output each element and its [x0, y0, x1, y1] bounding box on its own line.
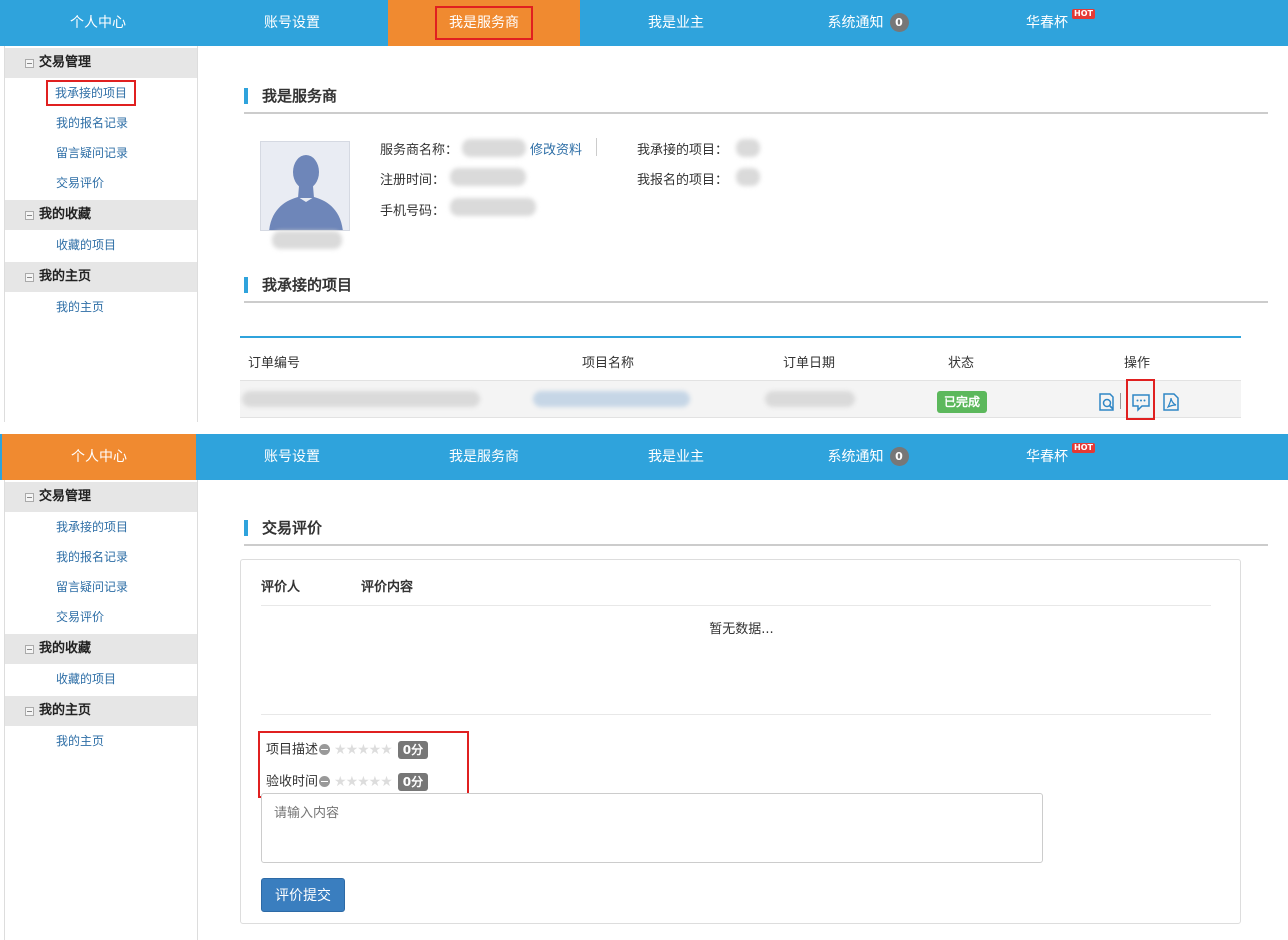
sidebar-item-signups[interactable]: 我的报名记录 [5, 108, 197, 138]
edit-profile-link[interactable]: 修改资料 [530, 139, 582, 158]
nav-service-provider[interactable]: 我是服务商 [388, 0, 580, 46]
sidebar-group-trade[interactable]: 交易管理 [5, 482, 197, 512]
hot-badge: HOT [1072, 443, 1095, 453]
blurred-register-time [450, 168, 526, 186]
divider [261, 714, 1211, 715]
nav-owner[interactable]: 我是业主 [580, 0, 772, 46]
avatar [260, 141, 350, 231]
review-content-input[interactable] [261, 793, 1043, 863]
blurred-project-name[interactable] [533, 391, 690, 407]
nav-notifications[interactable]: 系统通知 0 [772, 0, 964, 46]
column-header-reviewer: 评价人 [261, 580, 301, 595]
sidebar-item-reviews[interactable]: 交易评价 [5, 168, 197, 198]
sidebar-group-homepage[interactable]: 我的主页 [5, 262, 197, 292]
column-header-review-content: 评价内容 [361, 580, 414, 595]
rating-row-acceptance-time: 验收时间 ★★★★★ 0分 [266, 771, 429, 793]
table-row: 已完成 [240, 379, 1241, 420]
blurred-signed-count [736, 168, 760, 186]
nav-notifications[interactable]: 系统通知 0 [772, 434, 964, 480]
blurred-provider-name [462, 139, 526, 157]
sidebar-item-homepage[interactable]: 我的主页 [5, 726, 197, 756]
sidebar-item-taken-projects[interactable]: 我承接的项目 [5, 512, 197, 542]
nav-huachun-cup[interactable]: 华春杯 [964, 0, 1130, 46]
nav-account-settings[interactable]: 账号设置 [196, 434, 388, 480]
column-header-project-name: 项目名称 [582, 356, 635, 371]
user-silhouette-icon [261, 142, 349, 230]
nav-owner[interactable]: 我是业主 [580, 434, 772, 480]
blurred-order-no [242, 391, 480, 407]
notification-badge: 0 [889, 12, 909, 32]
submit-review-button[interactable]: 评价提交 [261, 878, 345, 912]
blurred-username [272, 231, 342, 249]
sidebar-item-signups[interactable]: 我的报名记录 [5, 542, 197, 572]
sidebar: 交易管理 我承接的项目 我的报名记录 留言疑问记录 交易评价 我的收藏 收藏的项… [4, 46, 198, 422]
panel-gap [0, 422, 1288, 434]
collapse-icon [25, 211, 34, 220]
blurred-taken-count [736, 139, 760, 157]
nav-service-provider-label: 我是服务商 [435, 6, 533, 40]
clear-rating-icon[interactable] [319, 743, 331, 755]
top-nav: 个人中心 账号设置 我是服务商 我是业主 系统通知 0 华春杯 HOT [0, 0, 1288, 46]
score-badge: 0分 [397, 741, 429, 759]
provider-name-label: 服务商名称： [380, 143, 459, 158]
sidebar-item-fav-projects[interactable]: 收藏的项目 [5, 664, 197, 694]
divider [596, 138, 597, 156]
review-panel: 个人中心 账号设置 我是服务商 我是业主 系统通知 0 华春杯 HOT 交易管理 … [0, 434, 1288, 940]
pdf-icon[interactable] [1160, 391, 1182, 413]
comment-icon[interactable] [1130, 391, 1152, 413]
collapse-icon [25, 59, 34, 68]
top-nav: 个人中心 账号设置 我是服务商 我是业主 系统通知 0 华春杯 HOT [0, 434, 1288, 480]
score-badge: 0分 [397, 773, 429, 791]
star-rating[interactable]: ★★★★★ [334, 739, 393, 761]
sidebar-item-homepage[interactable]: 我的主页 [5, 292, 197, 322]
nav-service-provider[interactable]: 我是服务商 [388, 434, 580, 480]
sidebar-item-fav-projects[interactable]: 收藏的项目 [5, 230, 197, 260]
sidebar-group-favorites[interactable]: 我的收藏 [5, 200, 197, 230]
column-header-order-no: 订单编号 [248, 356, 301, 371]
sidebar-item-reviews[interactable]: 交易评价 [5, 602, 197, 632]
hot-badge: HOT [1072, 9, 1095, 19]
clear-rating-icon[interactable] [319, 775, 331, 787]
star-rating[interactable]: ★★★★★ [334, 771, 393, 793]
projects-table: 订单编号 项目名称 订单日期 状态 操作 已完成 [240, 336, 1241, 420]
rating-row-description: 项目描述 ★★★★★ 0分 [266, 739, 429, 761]
status-badge: 已完成 [937, 391, 988, 413]
blurred-phone [450, 198, 536, 216]
sidebar-item-taken-projects[interactable]: 我承接的项目 [5, 78, 197, 108]
phone-label: 手机号码： [380, 204, 446, 219]
signed-projects-label: 我报名的项目： [637, 173, 729, 188]
provider-panel: 个人中心 账号设置 我是服务商 我是业主 系统通知 0 华春杯 HOT 交易管理 … [0, 0, 1288, 422]
collapse-icon [25, 645, 34, 654]
empty-state: 暂无数据... [709, 622, 774, 637]
nav-personal-center[interactable]: 个人中心 [0, 0, 196, 46]
nav-personal-center[interactable]: 个人中心 [2, 434, 196, 480]
taken-projects-label: 我承接的项目： [637, 143, 729, 158]
sidebar-item-messages[interactable]: 留言疑问记录 [5, 572, 197, 602]
sidebar-group-favorites[interactable]: 我的收藏 [5, 634, 197, 664]
register-time-label: 注册时间： [380, 173, 446, 188]
projects-section-title: 我承接的项目 [244, 273, 1268, 303]
view-detail-icon[interactable] [1096, 391, 1118, 413]
sidebar: 交易管理 我承接的项目 我的报名记录 留言疑问记录 交易评价 我的收藏 收藏的项… [4, 480, 198, 940]
column-header-order-date: 订单日期 [783, 356, 836, 371]
divider [261, 605, 1211, 606]
sidebar-group-homepage[interactable]: 我的主页 [5, 696, 197, 726]
collapse-icon [25, 493, 34, 502]
collapse-icon [25, 273, 34, 282]
column-header-actions: 操作 [1124, 356, 1151, 371]
provider-section-title: 我是服务商 [244, 84, 1268, 114]
review-card: 评价人 评价内容 暂无数据... 项目描述 ★★★★★ 0分 验收时间 ★★★★★ 0分… [240, 559, 1241, 924]
notification-badge: 0 [889, 446, 909, 466]
nav-account-settings[interactable]: 账号设置 [196, 0, 388, 46]
nav-huachun-cup[interactable]: 华春杯 [964, 434, 1130, 480]
collapse-icon [25, 707, 34, 716]
column-header-status: 状态 [948, 356, 975, 371]
review-section-title: 交易评价 [244, 516, 1268, 546]
sidebar-item-messages[interactable]: 留言疑问记录 [5, 138, 197, 168]
sidebar-group-trade[interactable]: 交易管理 [5, 48, 197, 78]
blurred-order-date [765, 391, 855, 407]
